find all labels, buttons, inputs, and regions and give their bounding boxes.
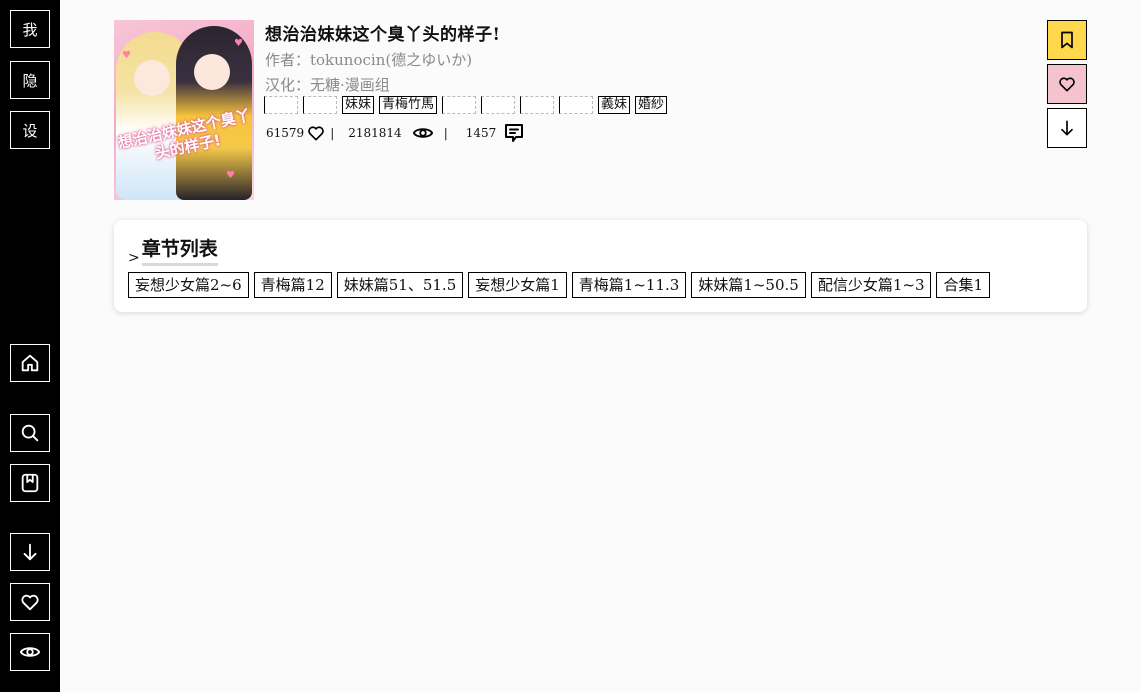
bookmarks-button[interactable] [10, 464, 50, 502]
heart-decor-icon: ♥ [234, 38, 243, 49]
chapter-buttons: 妄想少女篇2~6 青梅篇12 妹妹篇51、51.5 妄想少女篇1 青梅篇1~11… [128, 272, 991, 298]
bookmark-button[interactable] [1047, 20, 1087, 60]
settings-label: 设 [22, 121, 38, 140]
tag[interactable] [559, 96, 594, 114]
heart-icon [1059, 77, 1075, 92]
favorite-button[interactable] [1047, 64, 1087, 104]
chevron-right-icon: > [128, 250, 140, 266]
chapter-list-title: 章节列表 [141, 234, 218, 266]
tag[interactable] [442, 96, 477, 114]
separator: | [330, 126, 335, 140]
tag[interactable] [303, 96, 337, 114]
heart-icon [21, 594, 39, 611]
translator[interactable]: 汉化：无糖·漫画组 [265, 74, 390, 95]
bookmark-icon [1061, 31, 1073, 49]
heart-icon [308, 126, 324, 141]
chapter-list-card: > 章节列表 妄想少女篇2~6 青梅篇12 妹妹篇51、51.5 妄想少女篇1 … [114, 220, 1087, 312]
chapter-button[interactable]: 妄想少女篇2~6 [128, 272, 249, 298]
me-label: 我 [22, 20, 38, 39]
bookmark-book-icon [21, 473, 39, 493]
downloads-button[interactable] [10, 533, 50, 571]
tag[interactable] [264, 96, 298, 114]
chapter-button[interactable]: 妄想少女篇1 [468, 272, 567, 298]
tag[interactable]: 婚紗 [635, 96, 668, 114]
tag[interactable]: 青梅竹馬 [379, 96, 438, 114]
history-button[interactable] [10, 633, 50, 671]
comment-icon [505, 124, 524, 142]
eye-icon [19, 647, 41, 657]
favorites-button[interactable] [10, 583, 50, 621]
chapter-button[interactable]: 青梅篇12 [253, 272, 332, 298]
heart-decor-icon: ♥ [122, 50, 131, 61]
likes-count: 61579 [266, 126, 305, 140]
cover-image[interactable]: ♥ ♥ ♥ 想治治妹妹这个臭丫头的样子! [114, 20, 254, 200]
tag[interactable]: 妹妹 [342, 96, 375, 114]
chapter-button[interactable]: 青梅篇1~11.3 [571, 272, 687, 298]
arrow-down-icon [1061, 120, 1073, 136]
chapter-button[interactable]: 妹妹篇51、51.5 [336, 272, 464, 298]
comic-title: 想治治妹妹这个臭丫头的样子! [265, 25, 501, 45]
cover-face-right [194, 54, 230, 90]
hide-button[interactable]: 隐 [10, 61, 50, 99]
arrow-down-icon [23, 543, 37, 561]
author[interactable]: 作者：tokunocin(德之ゆいか) [265, 49, 472, 70]
comments-count: 1457 [465, 126, 497, 140]
cover-face-left [134, 60, 170, 96]
chapter-button[interactable]: 妹妹篇1~50.5 [691, 272, 806, 298]
chapter-list-header[interactable]: > 章节列表 [128, 234, 218, 266]
tag[interactable] [520, 96, 555, 114]
home-icon [21, 354, 39, 372]
me-button[interactable]: 我 [10, 10, 50, 48]
tag-list: 妹妹 青梅竹馬 義妹 婚紗 [264, 96, 668, 114]
tag[interactable]: 義妹 [598, 96, 631, 114]
hide-label: 隐 [22, 71, 38, 90]
sidebar: 我 隐 设 [0, 0, 60, 692]
download-button[interactable] [1047, 108, 1087, 148]
home-button[interactable] [10, 344, 50, 382]
chapter-button[interactable]: 配信少女篇1~3 [810, 272, 932, 298]
separator: | [443, 126, 448, 140]
search-button[interactable] [10, 414, 50, 452]
settings-button[interactable]: 设 [10, 111, 50, 149]
views-count: 2181814 [348, 126, 402, 140]
heart-decor-icon: ♥ [226, 170, 235, 181]
stats-row: 61579 | 2181814 | 1457 [266, 121, 526, 145]
eye-icon [412, 128, 433, 138]
chapter-button[interactable]: 合集1 [936, 272, 991, 298]
tag[interactable] [481, 96, 516, 114]
search-icon [21, 424, 39, 442]
